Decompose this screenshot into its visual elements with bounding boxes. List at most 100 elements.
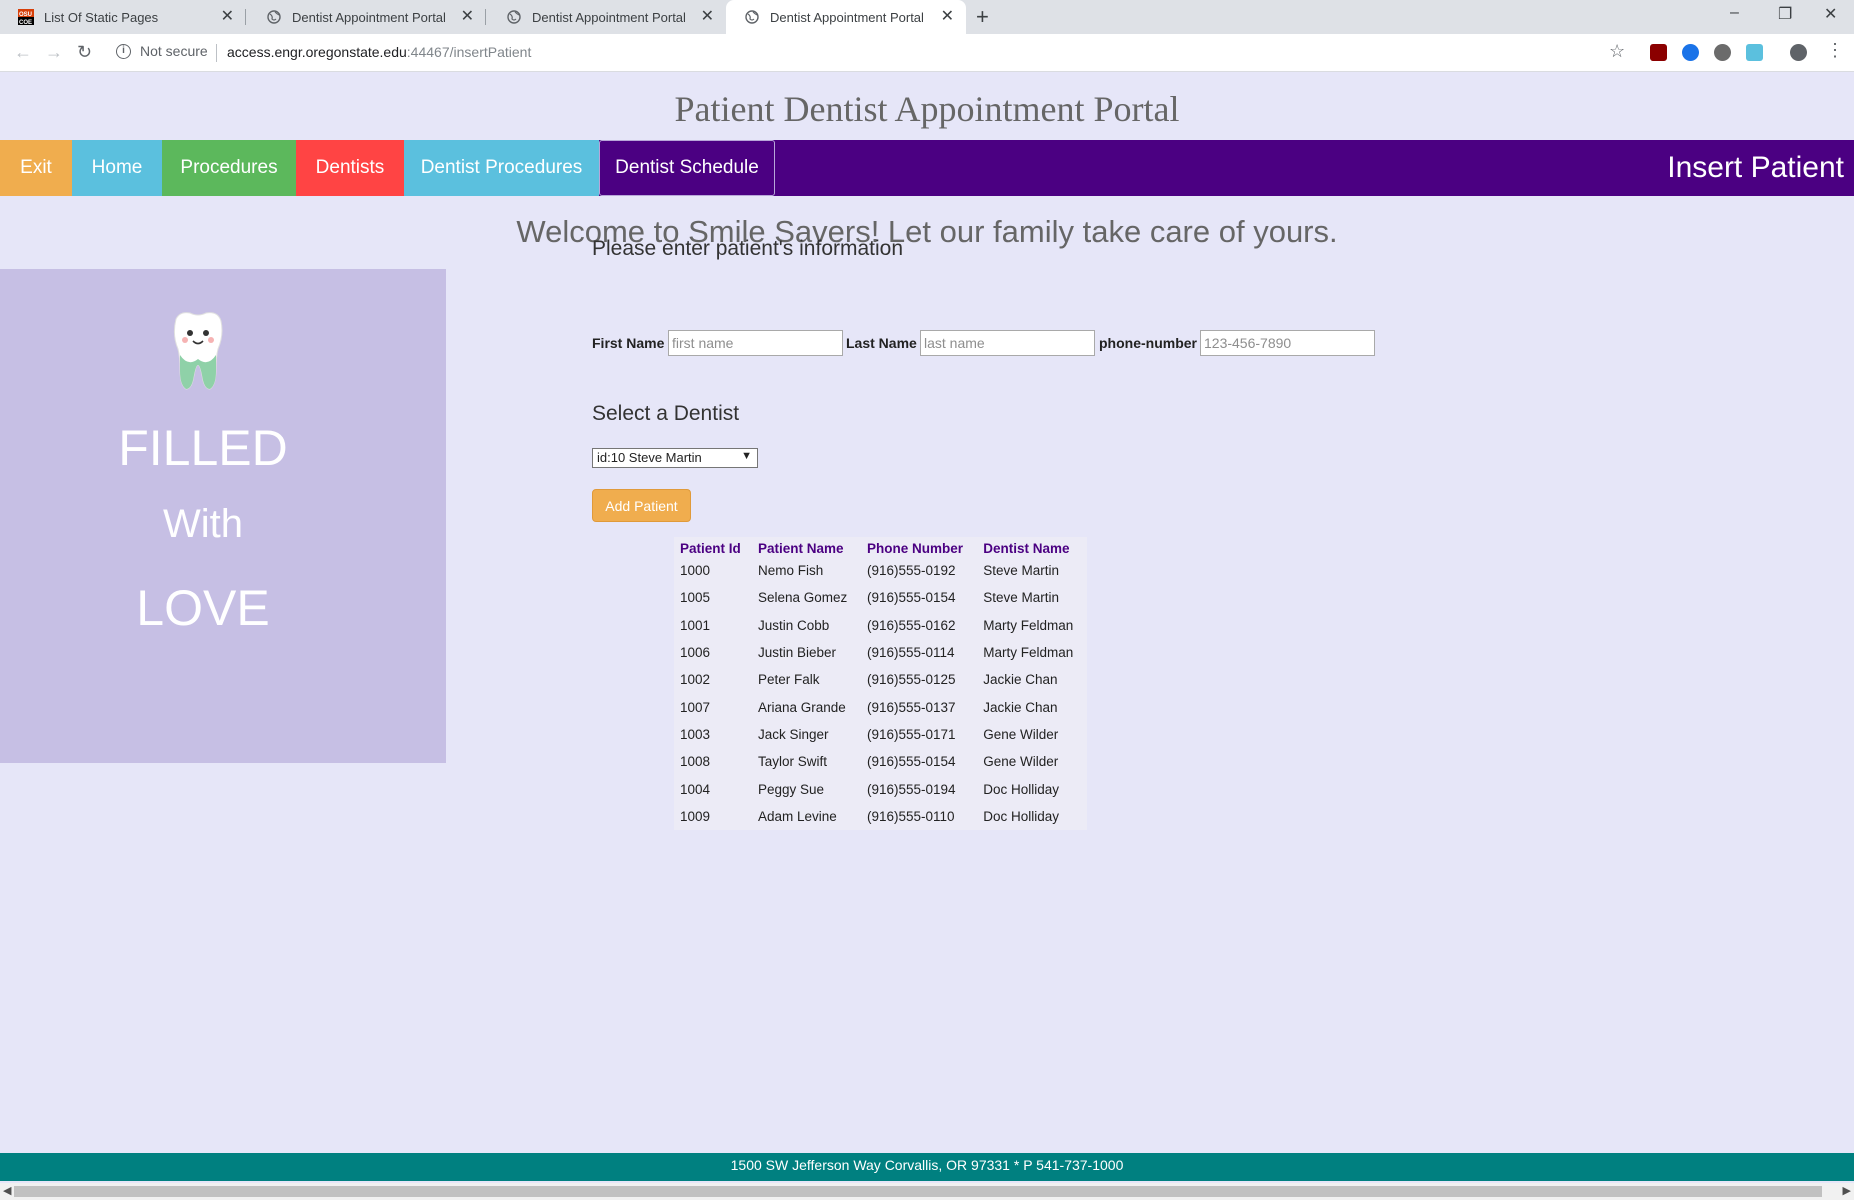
- dropdown-arrow-icon: ▼: [741, 450, 752, 462]
- menu-kebab-icon[interactable]: ⋮: [1826, 40, 1844, 61]
- extension-icon[interactable]: [1714, 44, 1731, 61]
- bookmark-star-icon[interactable]: ☆: [1609, 41, 1625, 62]
- patient-id-cell: 1007: [680, 699, 711, 715]
- nav-exit-button[interactable]: Exit: [0, 140, 72, 196]
- promo-line-with: With: [163, 502, 243, 546]
- first-name-input[interactable]: [668, 330, 843, 356]
- url-host: access.engr.oregonstate.edu: [227, 44, 407, 60]
- last-name-input[interactable]: [920, 330, 1095, 356]
- site-footer: 1500 SW Jefferson Way Corvallis, OR 9733…: [0, 1153, 1854, 1181]
- dentist-name-cell: Marty Feldman: [983, 617, 1074, 633]
- phone-number-cell: (916)555-0110: [866, 808, 955, 824]
- tab-close-icon[interactable]: ✕: [221, 9, 234, 25]
- first-name-label: First Name: [592, 335, 665, 351]
- patient-id-cell: 1008: [680, 754, 711, 770]
- patient-id-cell: 1003: [680, 726, 711, 742]
- new-tab-plus-icon[interactable]: +: [976, 4, 989, 30]
- horizontal-scrollbar[interactable]: ◀ ▶: [0, 1183, 1854, 1200]
- browser-tab-2[interactable]: Dentist Appointment Portal ✕: [248, 0, 486, 34]
- phone-number-cell: (916)555-0171: [866, 726, 956, 742]
- browser-tab-strip: OSU COE List Of Static Pages ✕ Dentist Ap…: [0, 0, 1854, 34]
- scroll-right-arrow-icon[interactable]: ▶: [1843, 1184, 1851, 1197]
- browser-tab-4-active[interactable]: Dentist Appointment Portal ✕: [726, 0, 966, 34]
- patient-id-cell: 1001: [680, 617, 711, 633]
- phone-number-cell: (916)555-0162: [866, 617, 956, 633]
- profile-avatar-icon[interactable]: [1790, 44, 1807, 61]
- tab-close-icon[interactable]: ✕: [701, 9, 714, 25]
- extension-icon[interactable]: [1746, 44, 1763, 61]
- dentist-name-cell: Doc Holliday: [983, 781, 1059, 797]
- column-header: Patient Name: [757, 540, 844, 556]
- browser-tab-title: Dentist Appointment Portal: [532, 9, 686, 25]
- dentist-name-cell: Steve Martin: [983, 563, 1059, 579]
- scrollbar-thumb[interactable]: [14, 1186, 1822, 1197]
- reload-icon[interactable]: ↻: [77, 42, 92, 63]
- page-content: Patient Dentist Appointment Portal Exit …: [0, 72, 1854, 1200]
- patient-id-cell: 1006: [680, 645, 711, 661]
- patient-id-cell: 1005: [680, 590, 711, 606]
- phone-number-input[interactable]: [1200, 330, 1375, 356]
- svg-text:COE: COE: [19, 20, 32, 25]
- promo-image: FILLED With LOVE: [0, 269, 446, 763]
- form-heading: Please enter patient's information: [592, 237, 904, 260]
- site-nav-bar: Exit Home Procedures Dentists Dentist Pr…: [0, 140, 1854, 196]
- tab-close-icon[interactable]: ✕: [941, 9, 954, 25]
- phone-number-label: phone-number: [1099, 335, 1197, 351]
- url-field[interactable]: access.engr.oregonstate.edu:44467/insert…: [227, 44, 531, 60]
- tab-close-icon[interactable]: ✕: [461, 9, 474, 25]
- tab-separator: [245, 9, 246, 25]
- patient-name-cell: Peter Falk: [757, 672, 820, 688]
- browser-tab-1[interactable]: OSU COE List Of Static Pages ✕: [0, 0, 246, 34]
- table-row: 1004 Peggy Sue (916)555-0194 Doc Hollida…: [674, 775, 1087, 802]
- site-title: Patient Dentist Appointment Portal: [674, 89, 1180, 129]
- nav-home-button[interactable]: Home: [72, 140, 162, 196]
- patient-name-cell: Nemo Fish: [757, 563, 824, 579]
- column-header: Dentist Name: [983, 540, 1070, 556]
- globe-icon: [266, 9, 282, 25]
- restore-icon[interactable]: ❐: [1778, 4, 1792, 24]
- phone-number-cell: (916)555-0194: [866, 781, 956, 797]
- dentist-name-cell: Gene Wilder: [983, 726, 1059, 742]
- dentist-name-cell: Doc Holliday: [983, 808, 1059, 824]
- back-arrow-icon[interactable]: ←: [14, 42, 32, 63]
- table-row: 1003 Jack Singer (916)555-0171 Gene Wild…: [674, 721, 1087, 748]
- table-row: 1008 Taylor Swift (916)555-0154 Gene Wil…: [674, 748, 1087, 775]
- phone-number-cell: (916)555-0137: [866, 699, 956, 715]
- dentist-select[interactable]: id:10 Steve Martin ▼: [592, 448, 758, 468]
- table-row: 1002 Peter Falk (916)555-0125 Jackie Cha…: [674, 666, 1087, 693]
- page-title: Insert Patient: [1667, 151, 1844, 184]
- phone-number-cell: (916)555-0192: [866, 563, 956, 579]
- forward-arrow-icon[interactable]: →: [45, 42, 63, 63]
- add-patient-button[interactable]: Add Patient: [592, 489, 691, 522]
- tab-separator: [485, 9, 486, 25]
- dentist-name-cell: Marty Feldman: [983, 645, 1074, 661]
- table-row: 1000 Nemo Fish (916)555-0192 Steve Marti…: [674, 557, 1087, 584]
- extension-icon[interactable]: [1682, 44, 1699, 61]
- select-dentist-heading: Select a Dentist: [592, 402, 740, 425]
- table-row: 1001 Justin Cobb (916)555-0162 Marty Fel…: [674, 612, 1087, 639]
- phone-number-cell: (916)555-0154: [866, 590, 956, 606]
- url-path: :44467/insertPatient: [406, 44, 532, 60]
- scroll-left-arrow-icon[interactable]: ◀: [3, 1184, 11, 1197]
- patient-id-cell: 1009: [680, 808, 711, 824]
- browser-tab-3[interactable]: Dentist Appointment Portal ✕: [488, 0, 726, 34]
- phone-number-cell: (916)555-0154: [866, 754, 956, 770]
- nav-dentists-button[interactable]: Dentists: [296, 140, 404, 196]
- nav-dentist-procedures-button[interactable]: Dentist Procedures: [404, 140, 599, 196]
- nav-procedures-button[interactable]: Procedures: [162, 140, 296, 196]
- nav-dentist-schedule-button[interactable]: Dentist Schedule: [599, 140, 775, 196]
- phone-number-cell: (916)555-0125: [866, 672, 956, 688]
- patient-name-cell: Adam Levine: [757, 808, 837, 824]
- minimize-icon[interactable]: –: [1730, 4, 1739, 22]
- patient-id-cell: 1002: [680, 672, 711, 688]
- window-close-icon[interactable]: ✕: [1824, 4, 1837, 24]
- ublock-extension-icon[interactable]: [1650, 44, 1667, 61]
- browser-address-bar: ← → ↻ i Not secure access.engr.oregonsta…: [0, 34, 1854, 72]
- welcome-message: Welcome to Smile Savers! Let our family …: [516, 214, 1338, 249]
- patient-name-cell: Justin Bieber: [757, 645, 837, 661]
- patient-name-cell: Taylor Swift: [757, 754, 827, 770]
- patient-id-cell: 1000: [680, 563, 711, 579]
- promo-line-filled: FILLED: [118, 420, 288, 476]
- security-indicator[interactable]: i Not secure: [116, 43, 208, 59]
- patient-id-cell: 1004: [680, 781, 711, 797]
